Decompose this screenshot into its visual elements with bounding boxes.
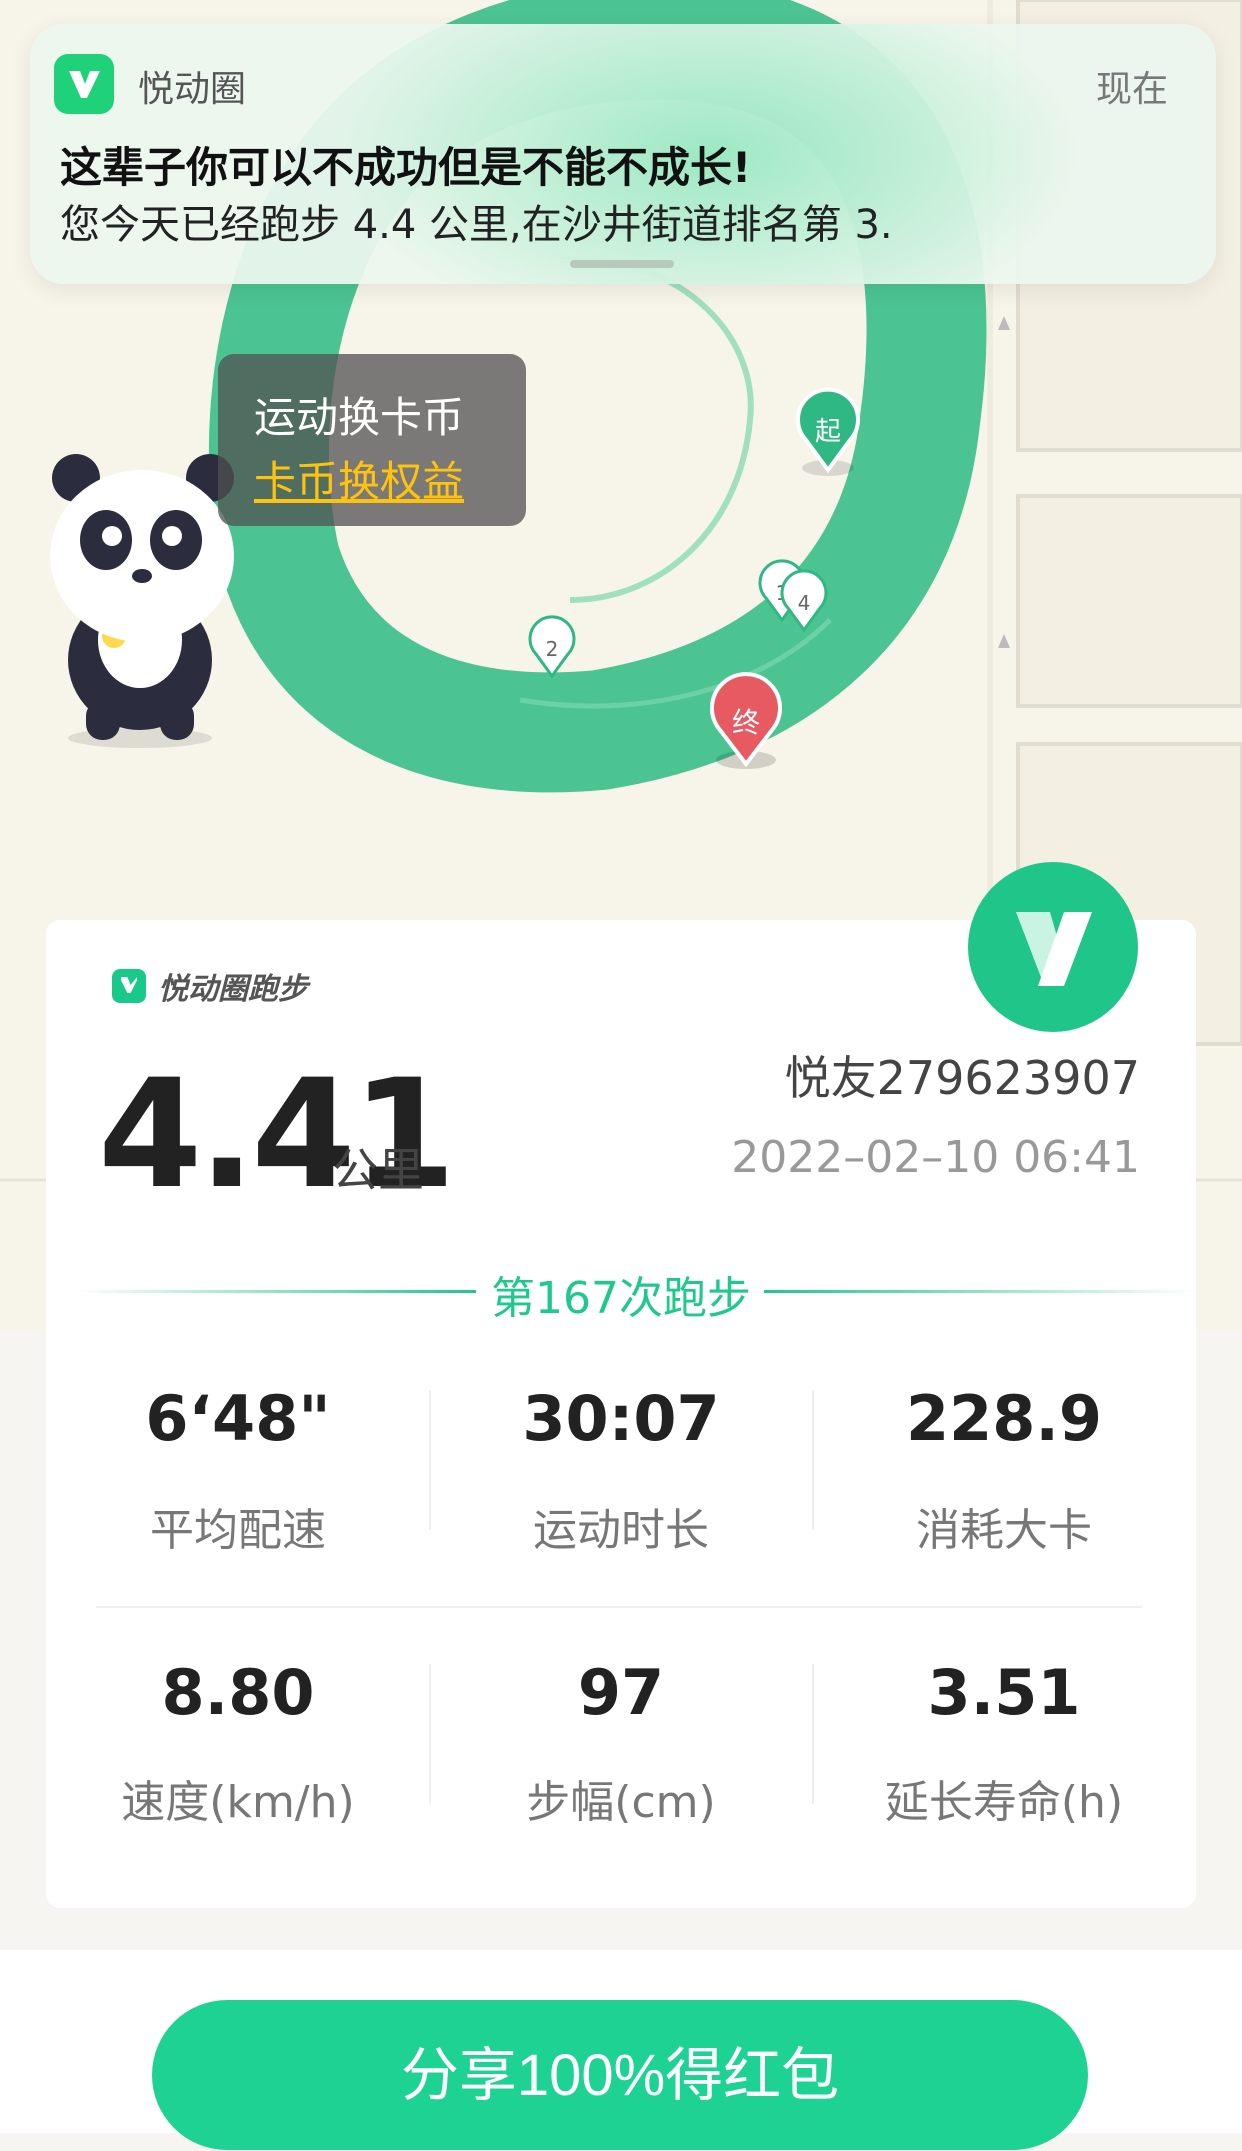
duration-label: 运动时长 [533,1505,709,1556]
coin-exchange-bubble[interactable]: 运动换卡币 卡币换权益 [218,354,526,526]
avg-pace-label: 平均配速 [150,1505,326,1556]
notification-time: 现在 [1095,69,1168,110]
push-notification[interactable]: 悦动圈 现在 这辈子你可以不成功但是不能不成长! 您今天已经跑步 4.4 公里,… [30,24,1216,284]
divider-right [764,1290,1196,1293]
duration-value: 30:07 [522,1382,720,1455]
avg-pace-value: 6‘48" [145,1382,331,1455]
run-datetime: 2022–02–10 06:41 [731,1132,1140,1183]
notification-title: 这辈子你可以不成功但是不能不成长! [60,143,752,192]
notification-app-name: 悦动圈 [138,69,247,110]
stat-separator [812,1390,814,1530]
stats-row-separator [96,1606,1142,1608]
speed-value: 8.80 [161,1656,315,1729]
start-marker[interactable]: 起 [796,387,860,476]
panda-mascot-icon[interactable] [50,454,234,748]
app-icon [54,54,114,114]
km-marker-2[interactable]: 2 [528,615,576,679]
distance-unit: 公里 [332,1143,424,1197]
bubble-title: 运动换卡币 [254,393,465,442]
km-marker-2-label: 2 [546,637,559,661]
end-marker-label: 终 [732,706,760,739]
brand-header: 悦动圈跑步 [112,966,308,1007]
km-marker-4-label: 4 [798,591,811,615]
user-name: 悦友279623907 [784,1051,1140,1105]
run-count: 第167次跑步 [491,1273,751,1324]
stat-separator [429,1664,431,1804]
coin-benefits-link[interactable]: 卡币换权益 [254,448,464,509]
calories-value: 228.9 [905,1382,1103,1455]
end-marker[interactable]: 终 [710,672,782,769]
stat-separator [812,1664,814,1804]
lifespan-value: 3.51 [927,1656,1081,1729]
stride-label: 步幅(cm) [526,1777,716,1828]
brand-logo-icon [112,969,146,1003]
lifespan-label: 延长寿命(h) [884,1777,1124,1828]
app-logo-badge-icon [968,862,1138,1032]
calories-label: 消耗大卡 [916,1505,1092,1556]
notification-handle[interactable] [570,260,674,268]
notification-body: 您今天已经跑步 4.4 公里,在沙井街道排名第 3. [60,202,893,248]
brand-name: 悦动圈跑步 [158,972,308,1007]
start-marker-label: 起 [815,417,841,447]
stride-value: 97 [577,1656,665,1729]
share-red-packet-button[interactable]: 分享100%得红包 [152,2000,1088,2150]
stat-separator [429,1390,431,1530]
speed-label: 速度(km/h) [121,1777,355,1828]
